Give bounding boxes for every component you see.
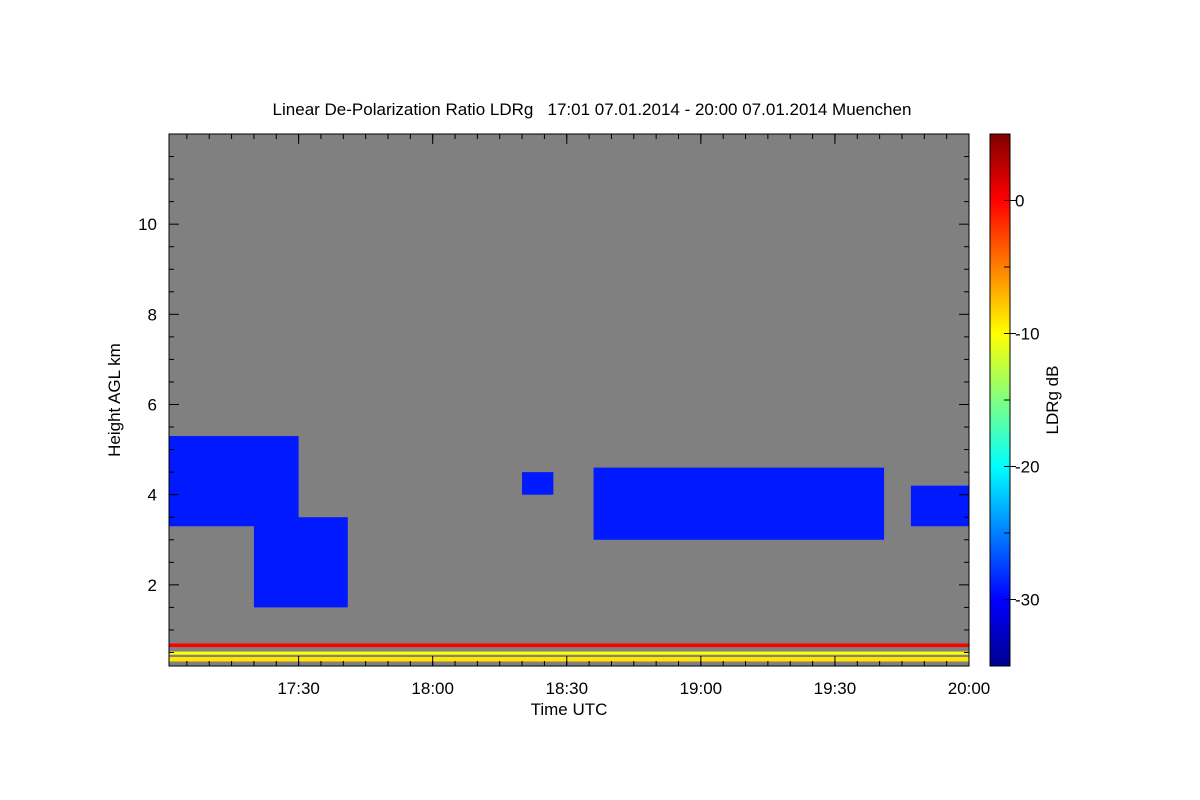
- y-tick-label: 8: [148, 305, 157, 324]
- chart-svg: Linear De-Polarization Ratio LDRg 17:01 …: [105, 100, 1062, 719]
- colorbar-tick-label: -30: [1015, 591, 1040, 610]
- chart-title: Linear De-Polarization Ratio LDRg 17:01 …: [273, 100, 912, 119]
- ldr-feature: [910, 485, 969, 527]
- ldr-feature: [593, 467, 885, 540]
- chart-container: Linear De-Polarization Ratio LDRg 17:01 …: [0, 0, 1200, 800]
- ldr-feature: [253, 517, 348, 608]
- ldr-feature: [522, 472, 554, 495]
- ldr-feature: [169, 656, 969, 662]
- ldr-feature: [169, 436, 299, 527]
- x-tick-label: 20:00: [948, 679, 991, 698]
- colorbar-tick-label: -10: [1015, 325, 1040, 344]
- y-tick-label: 6: [148, 396, 157, 415]
- x-tick-label: 19:30: [814, 679, 857, 698]
- y-tick-label: 10: [138, 215, 157, 234]
- x-tick-label: 18:30: [545, 679, 588, 698]
- y-tick-label: 4: [148, 486, 157, 505]
- colorbar-tick-label: -20: [1015, 458, 1040, 477]
- y-tick-label: 2: [148, 576, 157, 595]
- y-axis-label: Height AGL km: [105, 343, 124, 457]
- colorbar-label: LDRg dB: [1043, 366, 1062, 435]
- ldr-feature: [169, 643, 969, 648]
- colorbar-tick-label: 0: [1015, 192, 1024, 211]
- x-tick-label: 17:30: [277, 679, 320, 698]
- x-tick-label: 18:00: [411, 679, 454, 698]
- x-axis-label: Time UTC: [531, 700, 608, 719]
- x-tick-label: 19:00: [680, 679, 723, 698]
- ldr-feature: [169, 651, 969, 655]
